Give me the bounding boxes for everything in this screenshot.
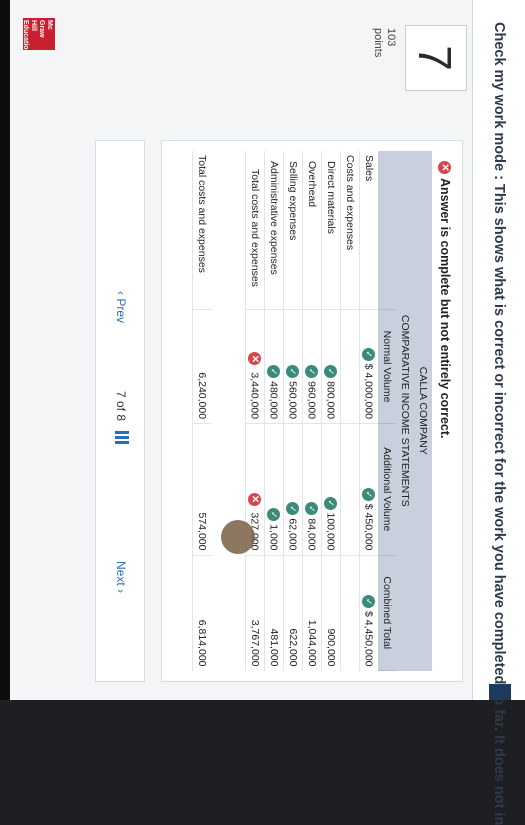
table-row: Total costs and expenses 6,240,000 574,0… <box>192 151 211 671</box>
prev-button[interactable]: ‹ Prev <box>114 291 128 323</box>
check-icon: ✓ <box>362 487 376 501</box>
check-mode-banner: Check my work mode : This shows what is … <box>472 0 525 825</box>
taskbar <box>0 0 10 700</box>
row-label: Administrative expenses <box>264 151 284 310</box>
question-nav: ‹ Prev 7 of 8 Next › <box>95 140 145 682</box>
col-header-combined: Combined Total <box>378 555 396 671</box>
row-label: Costs and expenses <box>340 151 360 310</box>
row-label: Total costs and expenses <box>192 151 211 310</box>
answer-panel: ✕ Answer is complete but not entirely cor… <box>161 140 463 682</box>
next-label: Next <box>114 561 128 586</box>
cell-value: 6,814,000 <box>196 619 208 667</box>
table-row: Overhead ✓ 960,000 ✓ 84,000 1,044,000 <box>302 151 322 671</box>
check-icon: ✓ <box>305 502 319 516</box>
row-label: Total costs and expenses <box>245 151 265 310</box>
cell-value[interactable]: 3,440,000 <box>249 372 261 419</box>
check-icon: ✓ <box>286 365 300 379</box>
check-icon: ✓ <box>324 496 338 510</box>
grid-icon[interactable] <box>115 431 129 445</box>
points-value: 103 <box>385 28 397 47</box>
cell-value[interactable]: 560,000 <box>287 381 299 419</box>
cell-value: 481,000 <box>268 628 280 667</box>
row-label: Direct materials <box>321 151 341 310</box>
check-icon: ✓ <box>362 595 376 609</box>
row-label: Selling expenses <box>283 151 303 310</box>
cell-value: 622,000 <box>287 628 299 667</box>
points-label: points <box>372 28 384 58</box>
hp-logo-icon <box>221 520 255 554</box>
table-row: Selling expenses ✓ 560,000 ✓ 62,000 622,… <box>283 151 303 671</box>
question-number-box: 7 <box>405 25 467 91</box>
cell-value[interactable]: 84,000 <box>306 518 318 550</box>
cell-value: $ 4,450,000 <box>363 611 376 667</box>
income-statement-table: CALLA COMPANY COMPARATIVE INCOME STATEME… <box>192 151 432 671</box>
table-row: Direct materials ✓ 800,000 ✓ 100,000 900… <box>321 151 341 671</box>
incorrect-icon: ✕ <box>248 352 262 366</box>
table-row: Costs and expenses <box>340 151 360 671</box>
logo-text: Mc Graw Hill Education <box>22 20 53 54</box>
cell-value: 900,000 <box>325 628 337 667</box>
col-header-normal: Normal Volume <box>378 309 396 424</box>
row-label: Overhead <box>302 151 322 310</box>
check-icon: ✓ <box>267 508 281 522</box>
question-points: 103 points <box>371 28 397 57</box>
cell-value: 6,240,000 <box>196 372 208 420</box>
next-button[interactable]: Next › <box>114 561 128 593</box>
col-header-label <box>378 151 396 310</box>
row-label: Sales <box>359 151 378 310</box>
check-icon: ✓ <box>267 365 281 379</box>
incorrect-icon: ✕ <box>437 161 451 174</box>
statement-title: COMPARATIVE INCOME STATEMENTS <box>396 151 414 671</box>
check-icon: ✓ <box>286 502 300 516</box>
table-row: Sales ✓ $ 4,000,000 ✓ $ 450,000 ✓ $ 4,45… <box>359 151 378 671</box>
table-row: Administrative expenses ✓ 480,000 ✓ 1,00… <box>264 151 284 671</box>
cell-value[interactable]: $ 450,000 <box>363 504 375 551</box>
cell-value: 1,044,000 <box>306 619 318 667</box>
table-row: Total costs and expenses ✕ 3,440,000 ✕ 3… <box>245 151 265 671</box>
cell-value[interactable]: 1,000 <box>268 524 280 550</box>
cell-value: 574,000 <box>196 512 208 551</box>
laptop-screen: Check my work mode : This shows what is … <box>0 0 525 825</box>
answer-status: ✕ Answer is complete but not entirely cor… <box>437 161 452 439</box>
incorrect-icon: ✕ <box>248 492 262 506</box>
col-header-additional: Additional Volume <box>378 423 396 555</box>
cell-value[interactable]: $ 4,000,000 <box>363 364 375 419</box>
cell-value[interactable]: 800,000 <box>325 381 337 419</box>
banner-accent <box>489 684 511 700</box>
cell-value[interactable]: 100,000 <box>325 513 337 551</box>
question-number: 7 <box>409 45 461 71</box>
answer-status-text: Answer is complete but not entirely corr… <box>438 178 452 439</box>
cell-value[interactable]: 960,000 <box>306 381 318 419</box>
cell-value[interactable]: 480,000 <box>268 381 280 419</box>
cell-value[interactable]: 62,000 <box>287 518 299 550</box>
banner-text: Check my work mode : This shows what is … <box>491 22 507 825</box>
company-name: CALLA COMPANY <box>414 151 432 671</box>
check-icon: ✓ <box>305 365 319 379</box>
check-icon: ✓ <box>362 347 376 361</box>
cell-value: 3,767,000 <box>249 619 261 667</box>
page-indicator: 7 of 8 <box>114 391 128 422</box>
prev-label: Prev <box>114 298 128 324</box>
mcgraw-hill-logo: Mc Graw Hill Education <box>22 18 55 54</box>
check-icon: ✓ <box>324 365 338 379</box>
